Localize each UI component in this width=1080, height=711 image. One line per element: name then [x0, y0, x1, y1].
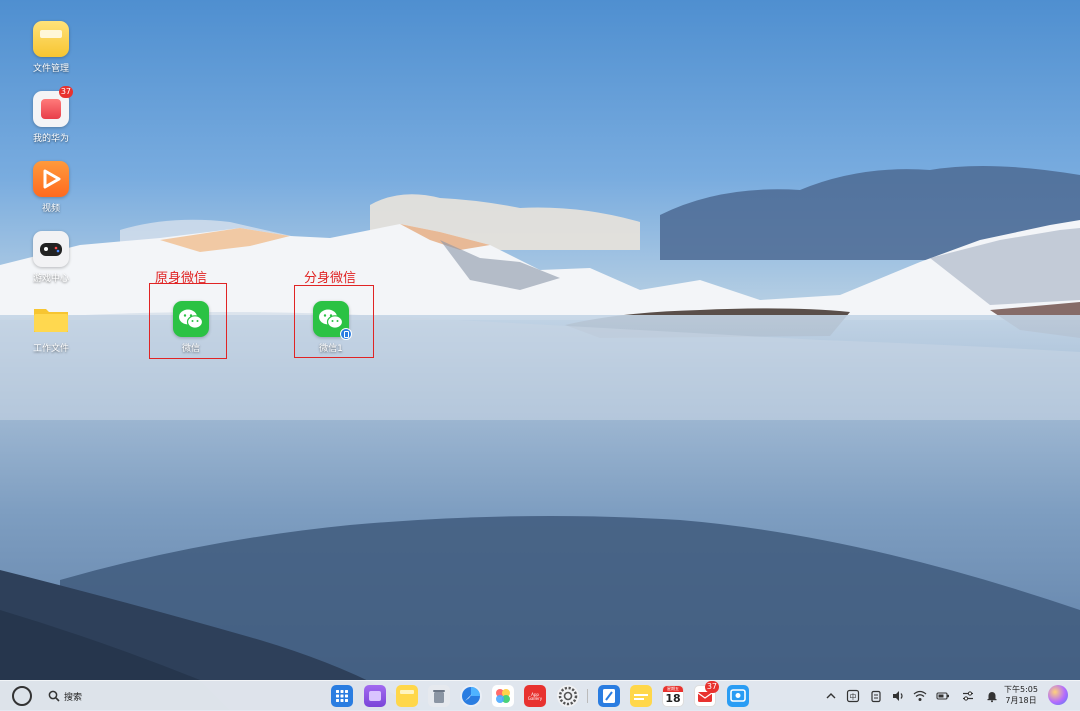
trash-icon[interactable]	[428, 685, 450, 707]
appgallery-label: App Gallery	[527, 692, 543, 701]
desktop-icon-my-huawei[interactable]: 37 我的华为	[19, 86, 83, 144]
search-label: 搜索	[64, 692, 83, 703]
my-huawei-icon: 37	[33, 86, 73, 127]
annotation-label-clone: 分身微信	[304, 271, 357, 286]
desktop-icon-label: 工作文件	[32, 344, 69, 354]
file-manager-icon	[33, 21, 69, 57]
gallery-icon[interactable]	[492, 685, 514, 707]
desktop-icon-game-center[interactable]: 游戏中心	[19, 231, 83, 284]
notification-badge: 37	[704, 681, 719, 693]
appgallery-icon[interactable]: App Gallery	[524, 685, 546, 707]
desktop-icon-label: 视频	[41, 204, 60, 214]
taskbar: 搜索 App Gallery 星期五 18 37 中 下午5:05 7月18日	[0, 680, 1080, 711]
calendar-day: 18	[665, 692, 681, 705]
annotation-box-clone	[294, 285, 374, 358]
settings-icon[interactable]	[557, 685, 579, 707]
clipboard-icon[interactable]	[869, 689, 883, 703]
desktop-icon-video[interactable]: 视频	[19, 161, 83, 214]
clock[interactable]: 下午5:05 7月18日	[1000, 684, 1042, 706]
browser-icon[interactable]	[460, 685, 482, 707]
desktop-icon-label: 游戏中心	[32, 274, 69, 284]
annotation-label-original: 原身微信	[155, 271, 208, 286]
desktop-icon-work-files[interactable]: 工作文件	[19, 301, 83, 354]
calendar-icon[interactable]: 星期五 18	[662, 685, 684, 707]
battery-icon[interactable]	[936, 689, 950, 703]
search-button[interactable]: 搜索	[48, 687, 82, 705]
dock-divider	[587, 689, 588, 703]
clock-time: 下午5:05	[1004, 685, 1038, 694]
video-icon	[33, 161, 69, 197]
memo-icon[interactable]	[630, 685, 652, 707]
control-center-icon[interactable]	[961, 689, 975, 703]
multitask-icon[interactable]	[364, 685, 386, 707]
svg-text:中: 中	[850, 692, 857, 701]
clock-date: 7月18日	[1005, 696, 1037, 705]
screenshot-icon[interactable]	[727, 685, 749, 707]
docs-icon[interactable]	[598, 685, 620, 707]
avatar[interactable]	[1048, 685, 1068, 705]
desktop-icon-file-manager[interactable]: 文件管理	[19, 21, 83, 74]
volume-icon[interactable]	[891, 689, 905, 703]
mail-icon[interactable]: 37	[694, 681, 719, 707]
game-center-icon	[33, 231, 69, 267]
start-grid-icon[interactable]	[331, 685, 353, 707]
annotation-box-original	[149, 283, 227, 359]
notification-badge: 37	[58, 86, 73, 98]
start-button[interactable]	[12, 686, 32, 706]
notes-icon[interactable]	[396, 685, 418, 707]
notification-bell-icon[interactable]	[985, 689, 999, 703]
desktop-icon-label: 文件管理	[32, 64, 69, 74]
folder-icon	[33, 301, 69, 337]
chevron-up-icon[interactable]	[824, 689, 838, 703]
search-icon	[48, 690, 60, 702]
desktop-icon-label: 我的华为	[32, 134, 69, 144]
wifi-icon[interactable]	[913, 689, 927, 703]
input-method-icon[interactable]: 中	[846, 689, 860, 703]
